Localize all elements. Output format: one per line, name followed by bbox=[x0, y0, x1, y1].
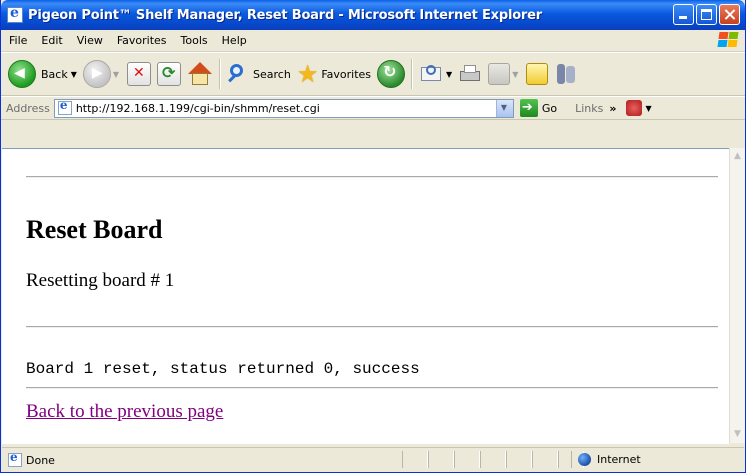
status-pane bbox=[402, 451, 428, 468]
address-dropdown-icon[interactable] bbox=[495, 99, 513, 117]
media-button[interactable] bbox=[374, 56, 408, 92]
windows-logo-icon bbox=[717, 31, 739, 49]
toolbar-separator bbox=[219, 59, 222, 89]
chevron-right-icon[interactable]: » bbox=[609, 102, 616, 115]
standard-toolbar: Back ▼ ▼ Search ★ Favorites bbox=[1, 52, 745, 96]
zone-label: Internet bbox=[597, 453, 641, 466]
search-button[interactable]: Search bbox=[224, 56, 294, 92]
vertical-scrollbar[interactable]: ▲ ▼ bbox=[729, 148, 745, 443]
reset-message: Resetting board # 1 bbox=[26, 270, 175, 291]
page-heading: Reset Board bbox=[26, 215, 163, 244]
status-text: Done bbox=[26, 453, 55, 467]
go-arrow-icon[interactable] bbox=[519, 99, 538, 117]
menu-tools[interactable]: Tools bbox=[174, 34, 215, 47]
divider bbox=[26, 326, 718, 328]
status-pane bbox=[532, 451, 558, 468]
home-icon bbox=[187, 61, 213, 87]
menu-edit[interactable]: Edit bbox=[34, 34, 69, 47]
minimize-button[interactable] bbox=[673, 4, 694, 25]
divider bbox=[26, 176, 718, 178]
close-button[interactable] bbox=[719, 4, 740, 25]
edit-dropdown-icon[interactable]: ▼ bbox=[512, 70, 518, 79]
forward-dropdown-icon[interactable]: ▼ bbox=[113, 70, 119, 79]
discuss-button[interactable] bbox=[523, 56, 551, 92]
edit-button[interactable]: ▼ bbox=[485, 56, 523, 92]
toolbar-plugin-icon[interactable] bbox=[626, 100, 643, 116]
reset-result: Board 1 reset, status returned 0, succes… bbox=[26, 360, 420, 378]
status-panes bbox=[402, 451, 584, 468]
menu-bar: File Edit View Favorites Tools Help bbox=[1, 30, 745, 52]
window-controls bbox=[673, 4, 740, 25]
plugin-dropdown-icon[interactable]: ▼ bbox=[645, 104, 651, 113]
address-label: Address bbox=[6, 101, 50, 115]
page-status-icon bbox=[8, 450, 22, 467]
favorites-label: Favorites bbox=[321, 67, 372, 81]
security-zone[interactable]: Internet bbox=[571, 451, 738, 468]
back-label: Back bbox=[41, 67, 68, 81]
scroll-up-icon[interactable]: ▲ bbox=[730, 148, 745, 165]
address-bar: Address http://192.168.1.199/cgi-bin/shm… bbox=[1, 96, 745, 120]
page-content: Reset Board Resetting board # 1 Board 1 … bbox=[2, 148, 729, 444]
menu-help[interactable]: Help bbox=[215, 34, 254, 47]
globe-icon bbox=[578, 453, 591, 466]
internet-explorer-icon bbox=[7, 5, 23, 23]
address-input[interactable]: http://192.168.1.199/cgi-bin/shmm/reset.… bbox=[53, 98, 514, 118]
messenger-icon bbox=[554, 62, 578, 86]
edit-icon bbox=[488, 63, 511, 85]
print-icon bbox=[458, 62, 482, 86]
favorites-star-icon: ★ bbox=[296, 60, 319, 88]
back-dropdown-icon[interactable]: ▼ bbox=[71, 70, 77, 79]
page-icon bbox=[57, 98, 72, 115]
links-label[interactable]: Links bbox=[575, 102, 603, 115]
toolbar-separator bbox=[411, 59, 414, 89]
mail-icon bbox=[419, 62, 443, 86]
media-icon bbox=[377, 60, 406, 88]
refresh-button[interactable] bbox=[154, 56, 184, 92]
maximize-button[interactable] bbox=[696, 4, 717, 25]
mail-dropdown-icon[interactable]: ▼ bbox=[446, 70, 452, 79]
status-bar: Done Internet bbox=[2, 447, 744, 472]
address-url[interactable]: http://192.168.1.199/cgi-bin/shmm/reset.… bbox=[76, 102, 320, 115]
print-button[interactable] bbox=[455, 56, 485, 92]
status-pane bbox=[454, 451, 480, 468]
back-button[interactable]: Back ▼ bbox=[5, 56, 80, 92]
window-title: Pigeon Point™ Shelf Manager, Reset Board… bbox=[28, 7, 542, 23]
messenger-button[interactable] bbox=[551, 56, 581, 92]
title-bar[interactable]: Pigeon Point™ Shelf Manager, Reset Board… bbox=[1, 0, 745, 30]
back-link[interactable]: Back to the previous page bbox=[26, 401, 223, 423]
status-pane bbox=[506, 451, 532, 468]
stop-icon bbox=[127, 62, 152, 86]
mail-button[interactable]: ▼ bbox=[416, 56, 455, 92]
stop-button[interactable] bbox=[124, 56, 154, 92]
search-label: Search bbox=[253, 67, 291, 81]
menu-favorites[interactable]: Favorites bbox=[110, 34, 174, 47]
refresh-icon bbox=[157, 62, 182, 86]
forward-arrow-icon bbox=[82, 60, 111, 88]
status-pane bbox=[428, 451, 454, 468]
home-button[interactable] bbox=[184, 56, 216, 92]
menu-file[interactable]: File bbox=[1, 34, 34, 47]
divider bbox=[26, 387, 718, 389]
status-pane bbox=[480, 451, 506, 468]
back-arrow-icon bbox=[8, 60, 36, 88]
search-icon bbox=[227, 63, 249, 85]
go-button[interactable]: Go bbox=[542, 102, 557, 115]
menu-view[interactable]: View bbox=[70, 34, 110, 47]
scroll-down-icon[interactable]: ▼ bbox=[730, 426, 745, 443]
favorites-button[interactable]: ★ Favorites bbox=[294, 56, 374, 92]
forward-button[interactable]: ▼ bbox=[80, 56, 124, 92]
note-icon bbox=[526, 63, 549, 85]
